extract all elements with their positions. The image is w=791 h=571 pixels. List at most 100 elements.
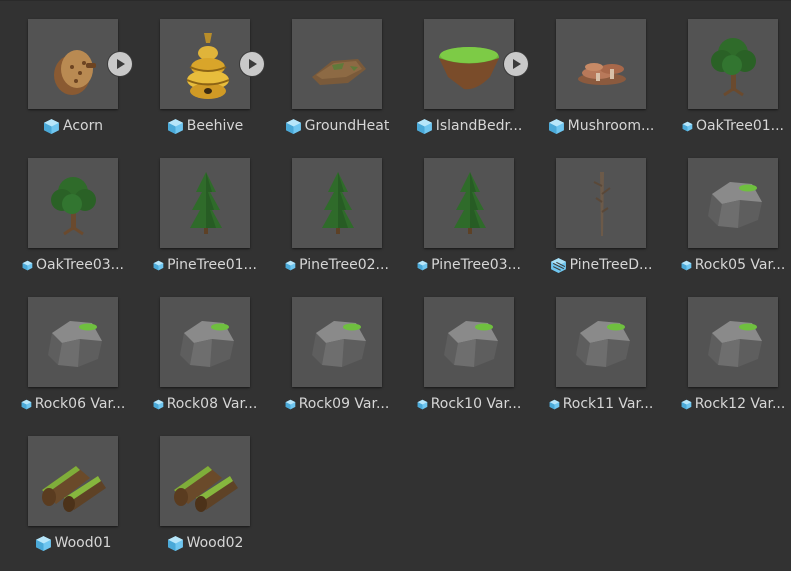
asset-tile[interactable]: Wood01 [28, 436, 118, 551]
beehive-thumbnail[interactable] [160, 19, 250, 109]
asset-tile[interactable]: Rock05 Var... [681, 158, 785, 273]
asset-label[interactable]: PineTree03... [404, 256, 534, 274]
asset-label[interactable]: Rock12 Var... [668, 395, 791, 413]
asset-label[interactable]: Rock06 Var... [8, 395, 138, 413]
asset-tile[interactable]: OakTree01... [682, 19, 784, 134]
asset-label[interactable]: Rock10 Var... [404, 395, 534, 413]
asset-label[interactable]: PineTree01... [140, 256, 270, 274]
asset-name: GroundHeat [304, 118, 390, 134]
rock-preview-image [444, 321, 498, 367]
pine-tree-preview-image [322, 172, 354, 234]
asset-tile[interactable]: PineTree03... [417, 158, 521, 273]
asset-tile[interactable]: Rock08 Var... [153, 297, 257, 412]
asset-tile[interactable]: Rock09 Var... [285, 297, 389, 412]
asset-label[interactable]: OakTree01... [668, 117, 791, 135]
asset-label[interactable]: Rock09 Var... [272, 395, 402, 413]
dead-pine-tree-thumbnail[interactable] [556, 158, 646, 248]
rock-thumbnail[interactable] [160, 297, 250, 387]
asset-tile[interactable]: PineTreeD... [550, 158, 652, 273]
asset-tile[interactable]: GroundHeat [285, 19, 389, 134]
island-bedrock-thumbnail[interactable] [424, 19, 514, 109]
rock-preview-image [312, 321, 366, 367]
prefab-variant-cube-icon [682, 121, 693, 132]
asset-label[interactable]: Rock11 Var... [536, 395, 666, 413]
wood-log-preview-image [42, 466, 106, 512]
asset-name: Wood02 [186, 535, 244, 551]
asset-label[interactable]: Mushroom... [536, 117, 666, 135]
prefab-variant-cube-icon [285, 399, 296, 410]
prefab-cube-icon [416, 118, 433, 135]
wood-log-thumbnail[interactable] [28, 436, 118, 526]
pine-tree-thumbnail[interactable] [424, 158, 514, 248]
asset-name: PineTree03... [431, 257, 521, 273]
prefab-variant-cube-icon [153, 399, 164, 410]
expand-arrow-button[interactable] [108, 52, 132, 76]
asset-tile[interactable]: PineTree02... [285, 158, 389, 273]
expand-arrow-button[interactable] [240, 52, 264, 76]
asset-tile[interactable]: OakTree03... [22, 158, 124, 273]
asset-name: Wood01 [54, 535, 112, 551]
asset-tile[interactable]: Rock12 Var... [681, 297, 785, 412]
prefab-variant-cube-icon [549, 399, 560, 410]
asset-name: Rock11 Var... [562, 396, 654, 412]
asset-label[interactable]: Acorn [8, 117, 138, 135]
oak-tree-thumbnail[interactable] [688, 19, 778, 109]
asset-name: Rock12 Var... [694, 396, 786, 412]
asset-tile[interactable]: Mushroom... [548, 19, 654, 134]
mushroom-thumbnail[interactable] [556, 19, 646, 109]
dead-pine-tree-preview-image [593, 172, 611, 236]
prefab-variant-cube-icon [417, 399, 428, 410]
pine-tree-thumbnail[interactable] [160, 158, 250, 248]
asset-label[interactable]: Beehive [140, 117, 270, 135]
wood-log-thumbnail[interactable] [160, 436, 250, 526]
asset-tile[interactable]: Rock11 Var... [549, 297, 653, 412]
rock-preview-image [708, 182, 762, 228]
asset-tile[interactable]: Acorn [28, 19, 132, 134]
prefab-cube-icon [167, 535, 184, 552]
asset-label[interactable]: Wood02 [140, 534, 270, 552]
prefab-variant-cube-icon [153, 260, 164, 271]
prefab-cube-icon [548, 118, 565, 135]
asset-label[interactable]: GroundHeat [272, 117, 402, 135]
project-asset-grid-panel: Acorn Beehive GroundHeat IslandBedr... M… [0, 0, 791, 571]
wood-log-preview-image [174, 466, 238, 512]
asset-grid: Acorn Beehive GroundHeat IslandBedr... M… [21, 19, 785, 551]
prefab-variant-cube-icon [21, 399, 32, 410]
asset-label[interactable]: Wood01 [8, 534, 138, 552]
prefab-cube-icon [35, 535, 52, 552]
prefab-variant-cube-icon [285, 260, 296, 271]
ground-heat-thumbnail[interactable] [292, 19, 382, 109]
pine-tree-thumbnail[interactable] [292, 158, 382, 248]
prefab-variant-cube-icon [167, 118, 184, 135]
rock-preview-image [48, 321, 102, 367]
oak-tree-thumbnail[interactable] [28, 158, 118, 248]
expand-arrow-button[interactable] [504, 52, 528, 76]
asset-label[interactable]: Rock08 Var... [140, 395, 270, 413]
asset-tile[interactable]: Rock10 Var... [417, 297, 521, 412]
asset-tile[interactable]: Rock06 Var... [21, 297, 125, 412]
asset-name: PineTreeD... [569, 257, 653, 273]
prefab-model-cube-icon [550, 257, 567, 274]
rock-thumbnail[interactable] [556, 297, 646, 387]
rock-thumbnail[interactable] [292, 297, 382, 387]
asset-label[interactable]: PineTree02... [272, 256, 402, 274]
asset-name: PineTree02... [299, 257, 389, 273]
rock-thumbnail[interactable] [28, 297, 118, 387]
rock-thumbnail[interactable] [688, 158, 778, 248]
asset-name: Rock09 Var... [298, 396, 390, 412]
asset-name: Acorn [63, 118, 103, 134]
asset-label[interactable]: IslandBedr... [404, 117, 534, 135]
asset-label[interactable]: PineTreeD... [536, 256, 666, 274]
prefab-variant-cube-icon [681, 399, 692, 410]
rock-preview-image [180, 321, 234, 367]
rock-thumbnail[interactable] [688, 297, 778, 387]
asset-tile[interactable]: Beehive [160, 19, 264, 134]
acorn-thumbnail[interactable] [28, 19, 118, 109]
asset-tile[interactable]: Wood02 [160, 436, 250, 551]
rock-preview-image [576, 321, 630, 367]
asset-label[interactable]: Rock05 Var... [668, 256, 791, 274]
asset-label[interactable]: OakTree03... [8, 256, 138, 274]
asset-tile[interactable]: PineTree01... [153, 158, 257, 273]
rock-thumbnail[interactable] [424, 297, 514, 387]
asset-tile[interactable]: IslandBedr... [416, 19, 528, 134]
